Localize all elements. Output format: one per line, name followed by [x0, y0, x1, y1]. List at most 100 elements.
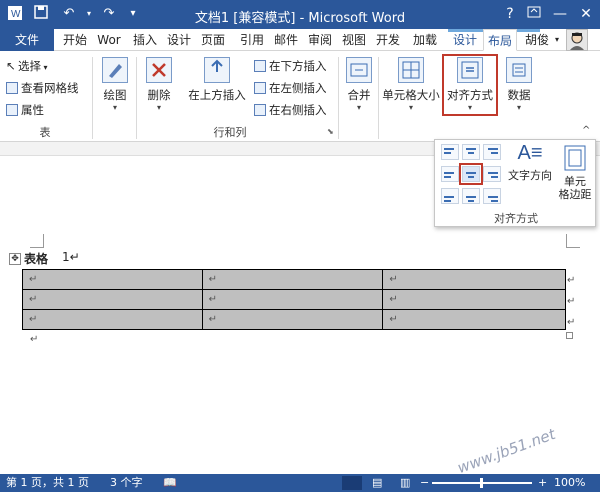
group-label-rows-cols: 行和列	[213, 126, 247, 139]
collapse-ribbon-icon[interactable]: ^	[582, 125, 590, 136]
table-move-handle-icon[interactable]: ✥	[9, 253, 21, 265]
align-center-highlight-box	[459, 163, 483, 185]
tab-developer[interactable]: 开发	[373, 29, 403, 51]
chevron-down-icon: ▾	[41, 63, 48, 72]
close-button[interactable]: ✕	[574, 4, 598, 24]
insert-right-button[interactable]: 在右侧插入	[254, 101, 327, 119]
tab-mailings[interactable]: 邮件	[271, 29, 301, 51]
proofing-icon[interactable]: 📖	[163, 474, 177, 492]
view-gridlines-button[interactable]: 查看网格线	[6, 79, 79, 97]
page-count[interactable]: 第 1 页，共 1 页	[6, 474, 89, 492]
align-top-left-button[interactable]	[441, 144, 459, 160]
chevron-down-icon: ▾	[408, 103, 413, 112]
insert-above-icon	[204, 57, 230, 83]
text-direction-icon: A≡	[517, 142, 543, 164]
merge-button[interactable]: 合并 ▾	[342, 57, 376, 112]
cell-size-button[interactable]: 单元格大小 ▾	[382, 57, 440, 112]
properties-button[interactable]: 属性	[6, 101, 44, 119]
table-cell[interactable]: ↵	[382, 269, 566, 290]
table-cell[interactable]: ↵	[201, 289, 384, 310]
table-cell[interactable]: ↵	[22, 289, 203, 310]
properties-icon	[6, 104, 18, 116]
margin-corner-mark	[30, 234, 44, 248]
align-middle-right-button[interactable]	[483, 166, 501, 182]
table-cell[interactable]: ↵	[382, 289, 566, 310]
zoom-out-icon[interactable]: −	[420, 474, 429, 492]
text-direction-label: 文字方向	[508, 169, 552, 182]
read-mode-icon[interactable]	[342, 476, 362, 490]
insert-below-button[interactable]: 在下方插入	[254, 57, 327, 75]
data-button[interactable]: 数据 ▾	[502, 57, 536, 112]
user-name[interactable]: 胡俊	[522, 29, 552, 51]
tab-insert[interactable]: 插入	[130, 29, 160, 51]
chevron-down-icon: ▾	[516, 103, 521, 112]
table-cell[interactable]: ↵	[201, 309, 384, 330]
cell-margins-label-2: 格边距	[558, 188, 592, 201]
tab-file[interactable]: 文件	[0, 29, 54, 51]
delete-label: 删除	[147, 88, 171, 102]
alignment-dropdown: A≡ 文字方向 单元 格边距 对齐方式	[434, 139, 596, 227]
print-layout-icon[interactable]: ▤	[372, 474, 382, 492]
insert-right-label: 在右侧插入	[269, 103, 327, 117]
alignment-highlight-box	[442, 54, 498, 116]
group-label-table: 表	[39, 126, 51, 139]
dialog-launcher-icon[interactable]: ⬊	[327, 127, 334, 136]
row-end-mark: ↵	[567, 296, 576, 307]
user-dropdown-icon[interactable]: ▾	[552, 29, 562, 51]
text-direction-button[interactable]: A≡ 文字方向	[505, 142, 555, 183]
document-table[interactable]: ↵ ↵ ↵ ↵ ↵ ↵ ↵ ↵ ↵	[22, 269, 566, 330]
insert-above-button[interactable]: 在上方插入	[186, 57, 248, 103]
chevron-down-icon: ▾	[112, 103, 117, 112]
table-row: ↵ ↵ ↵	[22, 289, 566, 310]
table-cell[interactable]: ↵	[22, 309, 203, 330]
insert-left-icon	[254, 82, 266, 94]
align-bottom-center-button[interactable]	[462, 188, 480, 204]
ribbon-tabs: 文件 开始 Wor 插入 设计 页面 引用 邮件 审阅 视图 开发 加载 设计 …	[0, 29, 600, 51]
cell-margins-button[interactable]: 单元 格边距	[557, 144, 593, 201]
align-bottom-left-button[interactable]	[441, 188, 459, 204]
word-count[interactable]: 3 个字	[110, 474, 143, 492]
tab-references[interactable]: 引用	[237, 29, 267, 51]
align-top-center-button[interactable]	[462, 144, 480, 160]
minimize-button[interactable]: —	[548, 4, 572, 24]
avatar[interactable]	[566, 29, 588, 51]
chevron-down-icon: ▾	[156, 103, 161, 112]
align-top-right-button[interactable]	[483, 144, 501, 160]
table-cell[interactable]: ↵	[382, 309, 566, 330]
tab-layout[interactable]: 布局	[483, 29, 517, 51]
tab-review[interactable]: 审阅	[305, 29, 335, 51]
tab-addins[interactable]: 加载	[410, 29, 440, 51]
web-layout-icon[interactable]: ▥	[400, 474, 410, 492]
table-row: ↵ ↵ ↵	[22, 269, 566, 290]
insert-left-button[interactable]: 在左侧插入	[254, 79, 327, 97]
tab-view[interactable]: 视图	[339, 29, 369, 51]
insert-below-icon	[254, 60, 266, 72]
table-cell[interactable]: ↵	[22, 269, 203, 290]
tab-home[interactable]: 开始	[58, 29, 92, 51]
zoom-level[interactable]: 100%	[554, 474, 585, 492]
table-resize-handle[interactable]	[566, 332, 573, 339]
chevron-down-icon: ▾	[356, 103, 361, 112]
table-cell[interactable]: ↵	[201, 269, 384, 290]
insert-below-label: 在下方插入	[269, 59, 327, 73]
ribbon-display-icon[interactable]	[522, 4, 546, 24]
zoom-slider-thumb[interactable]	[480, 478, 483, 488]
row-end-mark: ↵	[567, 317, 576, 328]
delete-button[interactable]: 删除 ▾	[142, 57, 176, 112]
align-middle-left-button[interactable]	[441, 166, 459, 182]
draw-button[interactable]: 绘图 ▾	[98, 57, 132, 112]
zoom-in-icon[interactable]: +	[538, 474, 547, 492]
select-button[interactable]: ↖ 选择 ▾	[6, 57, 48, 75]
tab-table-design[interactable]: 设计	[450, 29, 480, 51]
group-separator	[92, 57, 93, 139]
row-end-mark: ↵	[567, 275, 576, 286]
cell-size-label: 单元格大小	[382, 88, 440, 102]
table-row: ↵ ↵ ↵	[22, 309, 566, 330]
tab-word[interactable]: Wor	[92, 29, 126, 51]
tab-page-layout[interactable]: 页面	[198, 29, 228, 51]
align-bottom-right-button[interactable]	[483, 188, 501, 204]
help-button[interactable]: ?	[498, 4, 522, 24]
tab-design[interactable]: 设计	[164, 29, 194, 51]
title-bar: W ↶ ▾ ↷ ▾ 文档1 [兼容模式] - Microsoft Word ? …	[0, 0, 600, 29]
gridlines-icon	[6, 82, 18, 94]
